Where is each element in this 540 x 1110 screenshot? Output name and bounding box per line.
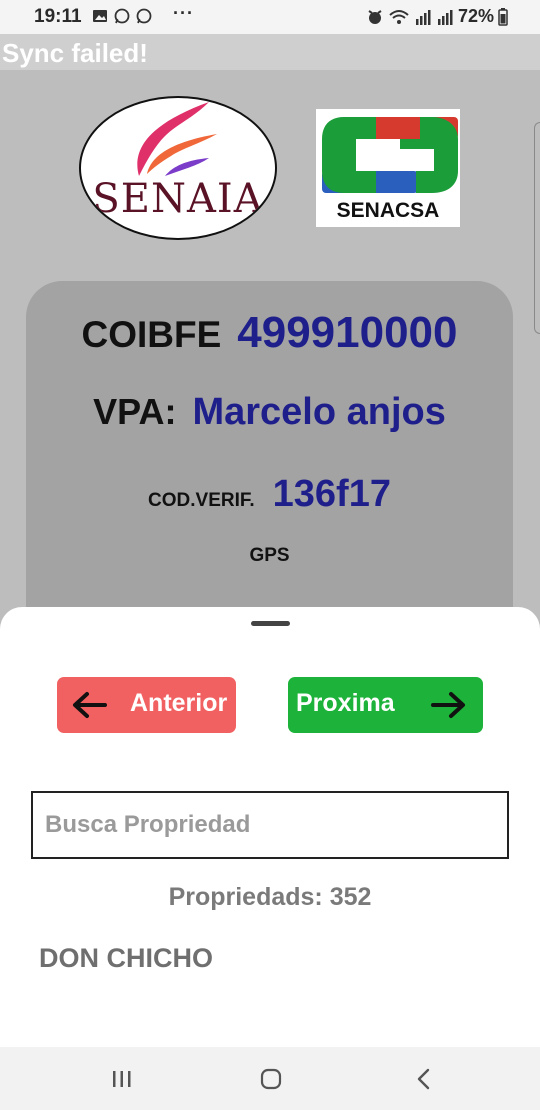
wifi-icon — [389, 9, 409, 24]
more-notifications-icon: ··· — [173, 3, 194, 23]
previous-button-label: Anterior — [130, 689, 228, 717]
status-bar: 19:11 ··· 72% — [0, 0, 540, 34]
image-icon — [93, 10, 107, 22]
search-input[interactable] — [33, 793, 507, 857]
whatsapp-icon — [136, 8, 152, 24]
gps-label: GPS — [249, 545, 290, 566]
sync-status-text: Sync failed! — [2, 38, 148, 68]
senaia-logo-text: SENAIA — [92, 176, 264, 222]
back-icon — [417, 1068, 430, 1090]
system-status-icons: 72% — [366, 6, 508, 27]
sheet-drag-handle[interactable] — [251, 621, 290, 626]
cod-verif-label: COD.VERIF. — [148, 490, 255, 511]
sync-banner: Sync failed! — [0, 34, 540, 70]
senacsa-logo: SENACSA — [316, 109, 460, 227]
info-card: COIBFE 499910000 VPA: Marcelo anjos COD.… — [26, 281, 513, 651]
navigation-bar — [0, 1047, 540, 1110]
property-count: Propriedads: 352 — [168, 883, 372, 911]
search-field[interactable] — [31, 791, 509, 859]
vpa-label: VPA: — [93, 391, 177, 432]
senacsa-cross-icon — [322, 117, 458, 193]
coibfe-value: 499910000 — [237, 308, 458, 357]
vpa-row: VPA: Marcelo anjos — [26, 391, 513, 434]
coibfe-row: COIBFE 499910000 — [26, 308, 513, 358]
senacsa-logo-text: SENACSA — [336, 199, 440, 222]
arrow-left-icon — [73, 692, 107, 718]
cod-verif-row: COD.VERIF. 136f17 — [26, 473, 513, 516]
home-icon — [260, 1068, 282, 1090]
coibfe-label: COIBFE — [81, 314, 222, 355]
senaia-logo: SENAIA — [79, 96, 277, 240]
next-button[interactable]: Proxima — [288, 677, 483, 733]
cod-verif-value: 136f17 — [272, 473, 391, 515]
next-button-label: Proxima — [296, 689, 395, 717]
notification-icons — [92, 8, 152, 24]
back-button[interactable] — [409, 1064, 439, 1094]
vpa-value: Marcelo anjos — [192, 391, 446, 433]
alarm-icon — [368, 9, 382, 24]
status-time: 19:11 — [34, 6, 82, 27]
recents-icon — [113, 1071, 131, 1087]
bottom-sheet: Anterior Proxima Propriedads: 352 DON CH… — [0, 607, 540, 1047]
arrow-right-icon — [431, 692, 465, 718]
property-list-item[interactable]: DON CHICHO — [39, 943, 213, 974]
whatsapp-icon — [114, 8, 130, 24]
battery-icon — [498, 7, 508, 26]
gps-row: GPS — [26, 545, 513, 567]
signal-icon — [415, 9, 431, 25]
home-button[interactable] — [256, 1064, 286, 1094]
recents-button[interactable] — [107, 1064, 137, 1094]
previous-button[interactable]: Anterior — [57, 677, 236, 733]
scroll-indicator — [534, 122, 540, 334]
battery-percent: 72% — [457, 6, 494, 26]
signal-icon — [437, 9, 453, 25]
